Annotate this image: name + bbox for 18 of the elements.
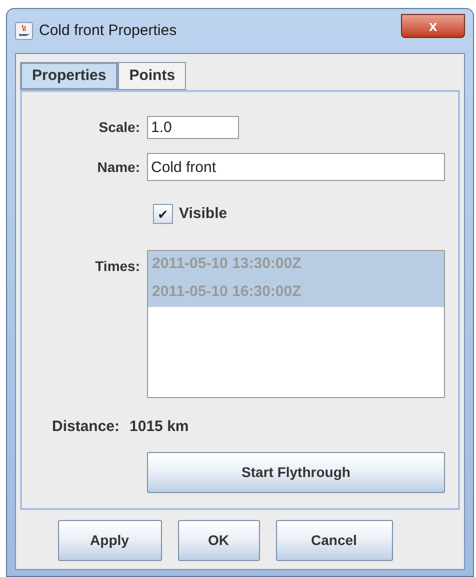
start-flythrough-button[interactable]: Start Flythrough [147, 452, 445, 493]
java-cup-icon [15, 22, 33, 40]
checkbox-label: Visible [179, 204, 228, 224]
distance-label: Distance: [52, 416, 120, 436]
field-label: Times: [94, 256, 140, 276]
field-label: Scale: [98, 118, 140, 137]
distance-value: 1015 km [130, 416, 189, 436]
close-button[interactable]: x [401, 14, 465, 38]
window-title: Cold front Properties [39, 20, 177, 41]
tab[interactable]: Points [118, 62, 186, 90]
dialog-button[interactable]: Apply [58, 520, 162, 561]
scale-field[interactable]: 1.0 [147, 116, 239, 139]
dialog-button[interactable]: OK [178, 520, 260, 561]
tab[interactable]: Properties [20, 62, 118, 90]
visible-checkbox[interactable]: ✔ [153, 204, 173, 224]
name-field[interactable]: Cold front [147, 153, 445, 181]
dialog-button[interactable]: Cancel [276, 520, 392, 561]
field-label: Name: [96, 158, 140, 176]
